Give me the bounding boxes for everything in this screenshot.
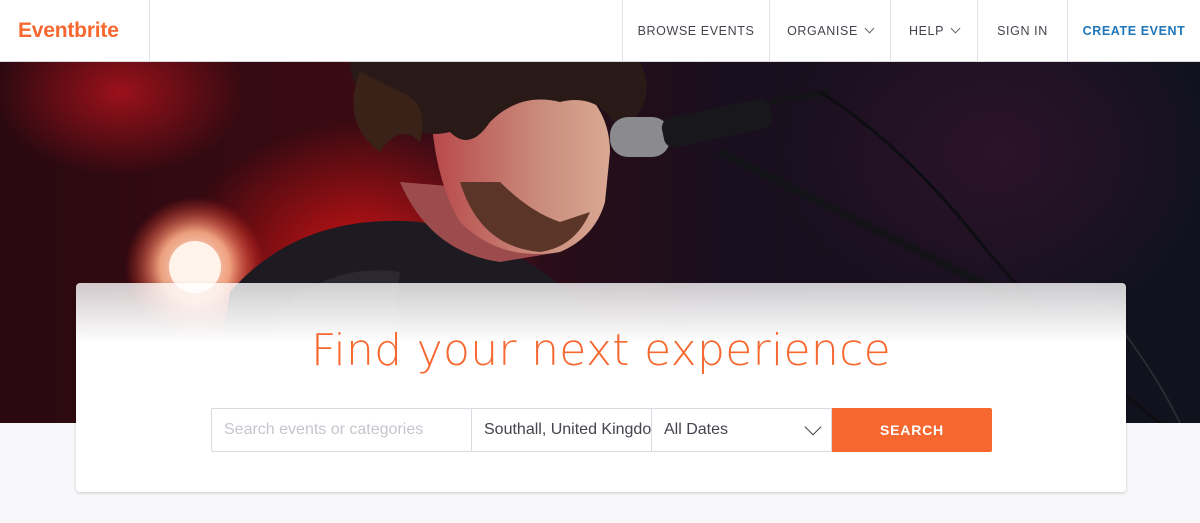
nav-browse-events[interactable]: BROWSE EVENTS <box>622 0 769 61</box>
event-search-field[interactable] <box>211 408 472 452</box>
chevron-down-icon <box>950 23 961 33</box>
nav-sign-in-label: SIGN IN <box>997 23 1048 38</box>
logo-container[interactable]: Eventbrite <box>0 0 150 61</box>
event-search-input[interactable] <box>224 409 471 451</box>
top-nav-bar: Eventbrite BROWSE EVENTS ORGANISE HELP S… <box>0 0 1200 62</box>
nav-browse-events-label: BROWSE EVENTS <box>637 23 755 38</box>
nav-organise-label: ORGANISE <box>787 23 858 38</box>
search-button[interactable]: SEARCH <box>832 408 992 452</box>
nav-create-event[interactable]: CREATE EVENT <box>1067 0 1200 61</box>
chevron-down-icon <box>804 418 822 436</box>
nav-sign-in[interactable]: SIGN IN <box>977 0 1067 61</box>
date-select-value: All Dates <box>664 421 729 438</box>
eventbrite-logo[interactable]: Eventbrite <box>18 19 119 43</box>
chevron-down-icon <box>864 23 875 33</box>
search-card: Find your next experience All Dates SEAR… <box>76 283 1126 492</box>
nav-create-event-label: CREATE EVENT <box>1082 23 1186 38</box>
nav-organise-menu[interactable]: ORGANISE <box>769 0 890 61</box>
hero-headline: Find your next experience <box>311 325 891 376</box>
nav-help-label: HELP <box>908 23 945 38</box>
date-select[interactable]: All Dates <box>652 408 832 452</box>
location-field[interactable] <box>472 408 652 452</box>
search-form: All Dates SEARCH <box>211 408 992 452</box>
main-nav: BROWSE EVENTS ORGANISE HELP SIGN IN CREA… <box>622 0 1200 61</box>
location-input[interactable] <box>484 409 651 451</box>
nav-help-menu[interactable]: HELP <box>890 0 977 61</box>
